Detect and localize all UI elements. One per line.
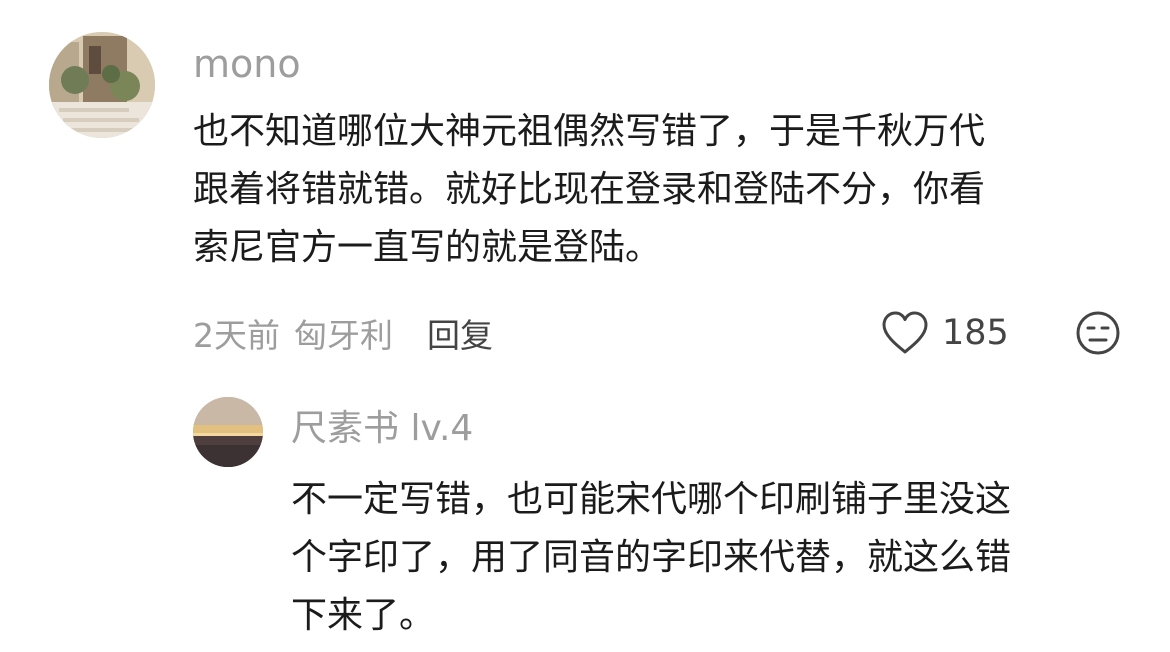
dislike-button[interactable] — [1075, 310, 1121, 356]
comment-meta: 2天前 匈牙利 回复 — [193, 311, 493, 355]
reply-text-line: 下来了。 — [291, 595, 436, 636]
avatar-photo-icon — [49, 32, 155, 138]
comment-location: 匈牙利 — [294, 316, 393, 355]
like-button[interactable]: 185 — [880, 307, 1009, 359]
comment-text-line: 索尼官方一直写的就是登陆。 — [193, 227, 662, 268]
reply-button[interactable]: 回复 — [427, 309, 493, 357]
avatar[interactable] — [49, 32, 155, 138]
heart-outline-icon — [882, 311, 928, 354]
like-count: 185 — [942, 313, 1009, 353]
avatar-sunset-icon — [193, 397, 263, 467]
avatar[interactable] — [193, 397, 263, 467]
comment-text-line: 也不知道哪位大神元祖偶然写错了，于是千秋万代 — [193, 111, 986, 152]
reply-text-line: 不一定写错，也可能宋代哪个印刷铺子里没这 — [291, 479, 1012, 520]
reply-text: 不一定写错，也可能宋代哪个印刷铺子里没这 个字印了，用了同音的字印来代替，就这么… — [291, 471, 1131, 645]
neutral-face-icon — [1076, 311, 1120, 355]
reply-text-line: 个字印了，用了同音的字印来代替，就这么错 — [291, 537, 1012, 578]
comment-text: 也不知道哪位大神元祖偶然写错了，于是千秋万代 跟着将错就错。就好比现在登录和登陆… — [193, 103, 1128, 277]
comment-time: 2天前 — [193, 316, 280, 355]
comment-username[interactable]: mono — [193, 42, 301, 86]
reply-username[interactable]: 尺素书 lv.4 — [291, 407, 473, 451]
comment-text-line: 跟着将错就错。就好比现在登录和登陆不分，你看 — [193, 169, 986, 210]
